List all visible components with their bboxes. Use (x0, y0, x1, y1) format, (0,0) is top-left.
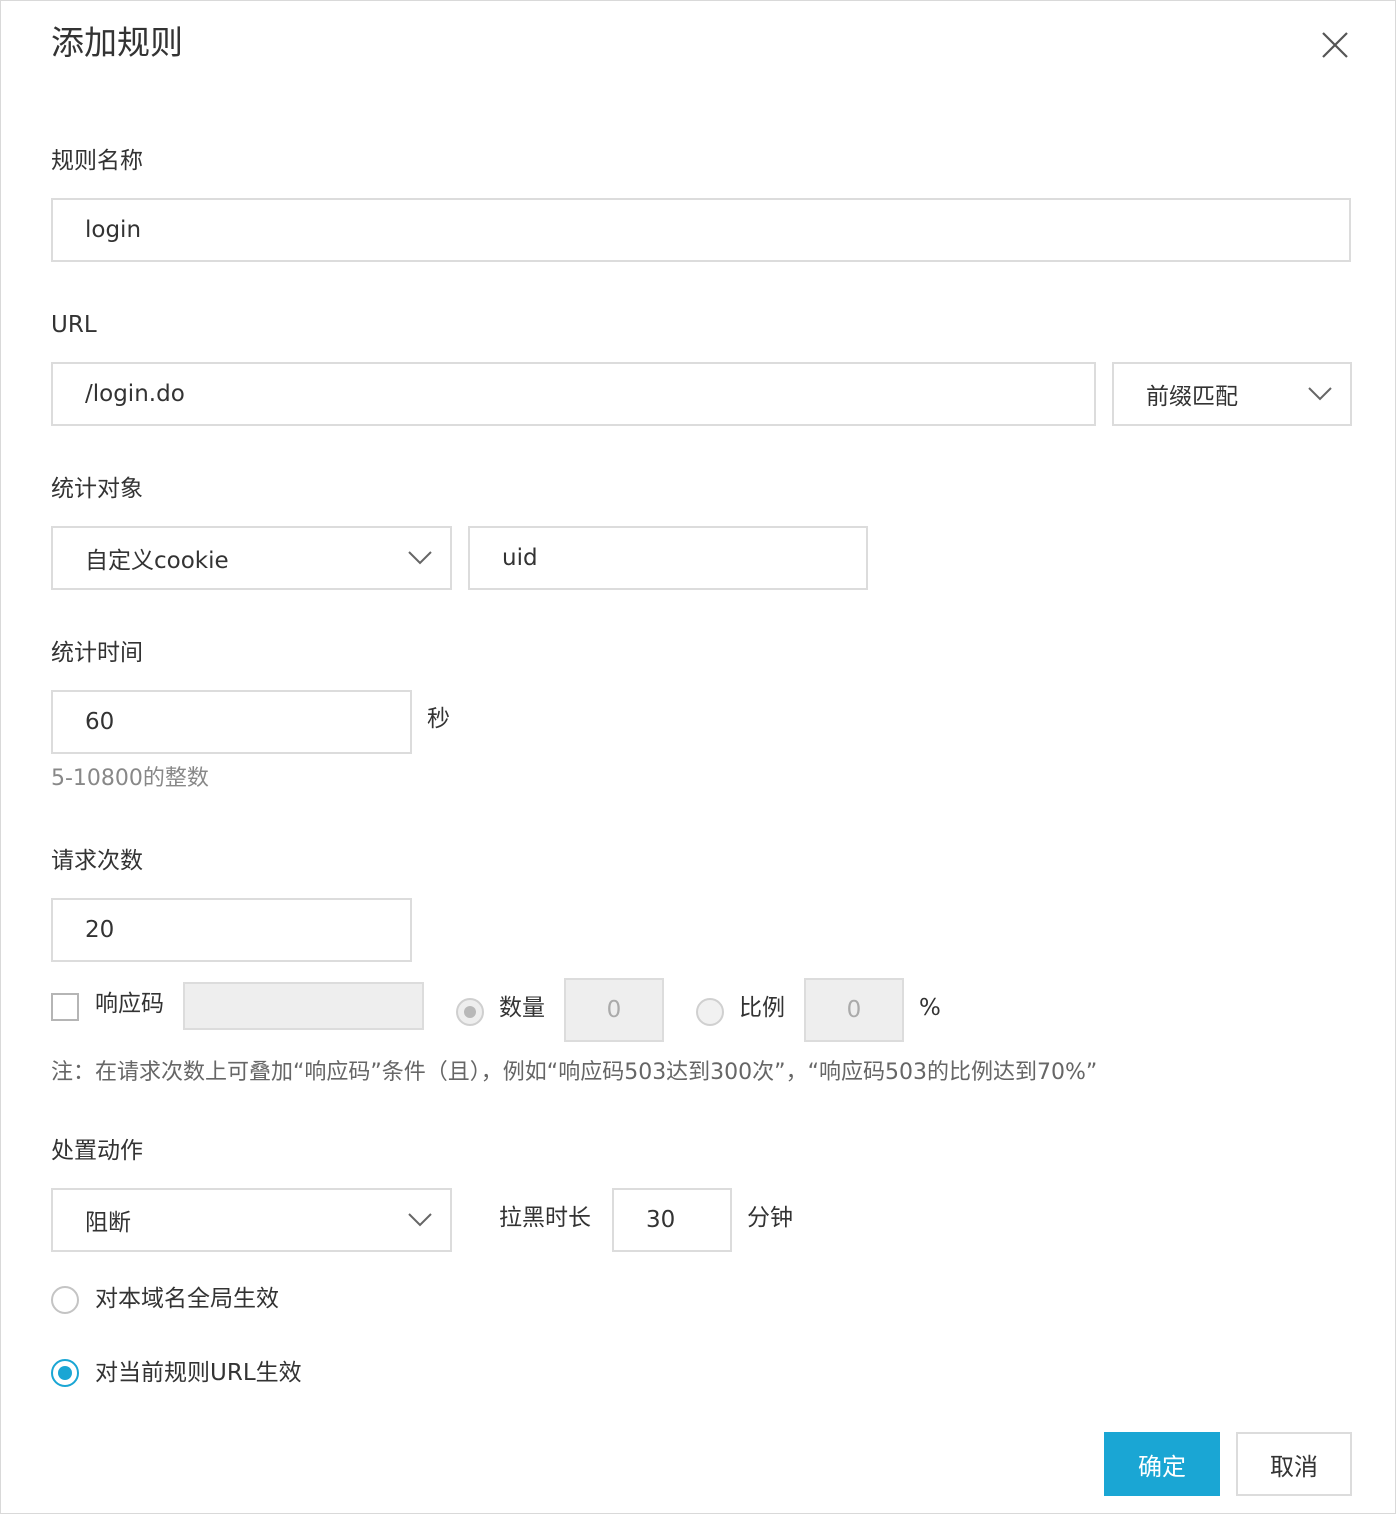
stat-time-label: 统计时间 (51, 640, 143, 666)
match-mode-select[interactable]: 前缀匹配 (1112, 362, 1352, 426)
scope-url-label[interactable]: 对当前规则URL生效 (95, 1358, 302, 1388)
count-value: 0 (606, 997, 622, 1023)
chevron-down-icon (408, 1213, 432, 1227)
rule-name-value: login (85, 217, 142, 243)
cookie-name-value: uid (502, 545, 538, 571)
count-radio[interactable] (456, 998, 484, 1026)
block-duration-unit: 分钟 (747, 1205, 793, 1231)
request-count-label: 请求次数 (51, 848, 143, 874)
stat-time-unit: 秒 (427, 706, 450, 732)
ratio-label: 比例 (739, 995, 785, 1021)
chevron-down-icon (1308, 387, 1332, 401)
response-code-note: 注：在请求次数上可叠加“响应码”条件（且），例如“响应码503达到300次”，“… (51, 1060, 1098, 1085)
block-duration-input[interactable]: 30 (612, 1188, 732, 1252)
response-code-input[interactable] (183, 982, 424, 1030)
count-label: 数量 (499, 995, 545, 1021)
stat-object-label: 统计对象 (51, 476, 143, 502)
add-rule-dialog: 添加规则 规则名称 login URL /login.do 前缀匹配 统计对象 … (0, 0, 1396, 1514)
url-input[interactable]: /login.do (51, 362, 1096, 426)
action-label: 处置动作 (51, 1138, 143, 1164)
stat-object-select[interactable]: 自定义cookie (51, 526, 452, 590)
match-mode-value: 前缀匹配 (1146, 384, 1238, 410)
cookie-name-input[interactable]: uid (468, 526, 868, 590)
action-select[interactable]: 阻断 (51, 1188, 452, 1252)
url-value: /login.do (85, 381, 185, 407)
close-icon[interactable] (1317, 27, 1353, 63)
rule-name-label: 规则名称 (51, 148, 143, 174)
action-value: 阻断 (85, 1210, 131, 1236)
cancel-button[interactable]: 取消 (1236, 1432, 1352, 1496)
block-duration-value: 30 (646, 1207, 676, 1233)
request-count-value: 20 (85, 917, 115, 943)
block-duration-label: 拉黑时长 (499, 1205, 591, 1231)
stat-time-value: 60 (85, 709, 115, 735)
rule-name-input[interactable]: login (51, 198, 1351, 262)
stat-time-hint: 5-10800的整数 (51, 766, 209, 791)
count-input[interactable]: 0 (564, 978, 664, 1042)
ratio-input[interactable]: 0 (804, 978, 904, 1042)
response-code-checkbox[interactable] (51, 993, 79, 1021)
dialog-title: 添加规则 (51, 23, 183, 62)
scope-global-label[interactable]: 对本域名全局生效 (95, 1284, 279, 1314)
ratio-value: 0 (846, 997, 862, 1023)
ratio-unit: % (919, 995, 941, 1021)
ratio-radio[interactable] (696, 998, 724, 1026)
confirm-button[interactable]: 确定 (1104, 1432, 1220, 1496)
stat-time-input[interactable]: 60 (51, 690, 412, 754)
stat-object-type: 自定义cookie (85, 548, 229, 574)
url-label: URL (51, 312, 97, 338)
response-code-label: 响应码 (95, 991, 164, 1017)
scope-url-radio[interactable] (51, 1359, 79, 1387)
scope-global-radio[interactable] (51, 1286, 79, 1314)
chevron-down-icon (408, 551, 432, 565)
request-count-input[interactable]: 20 (51, 898, 412, 962)
